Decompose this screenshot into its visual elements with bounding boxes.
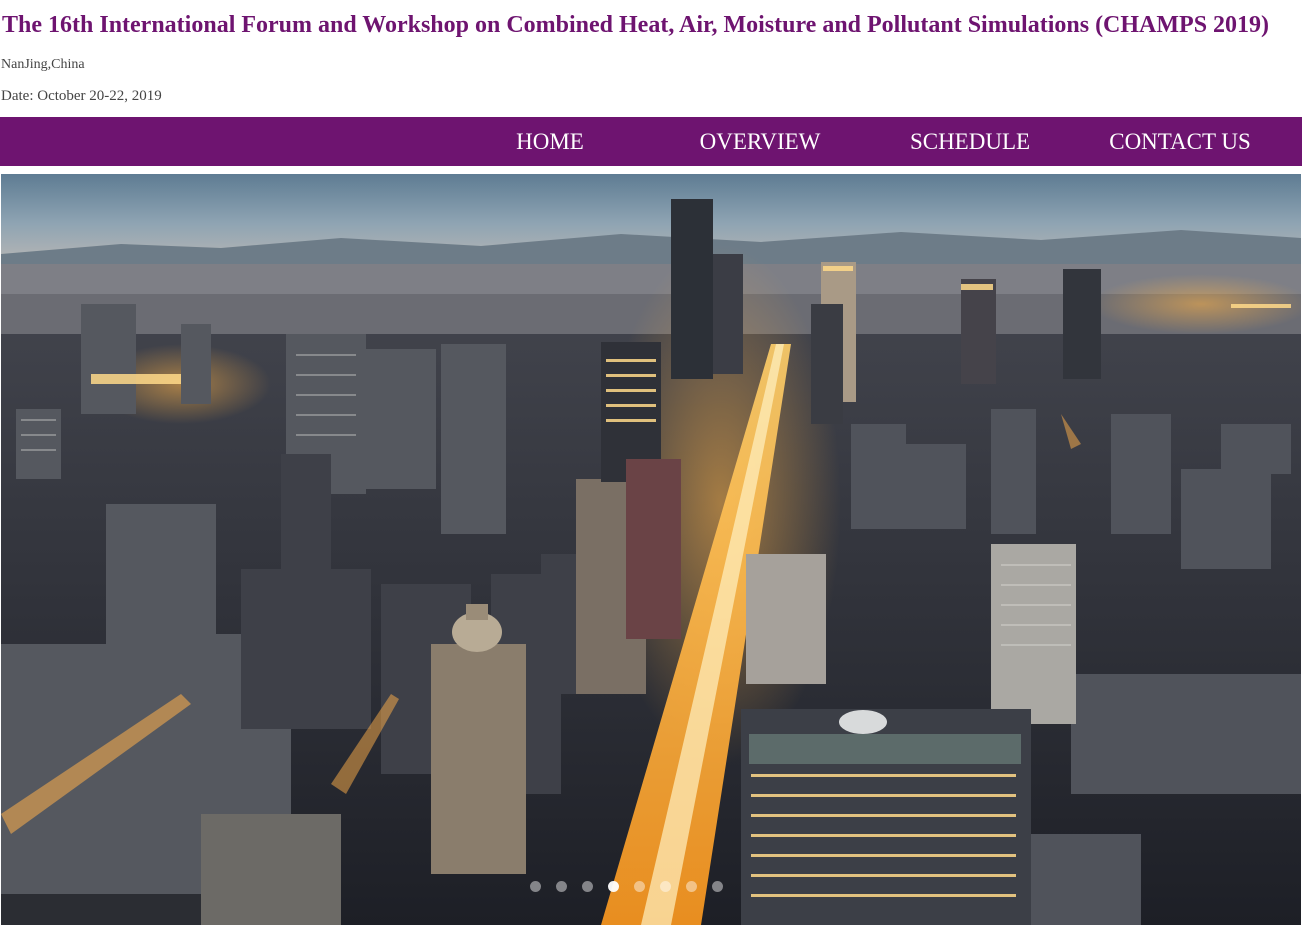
hero-carousel-image — [1, 174, 1301, 925]
carousel-dot[interactable] — [660, 881, 671, 892]
carousel-dot[interactable] — [582, 881, 593, 892]
site-header: The 16th International Forum and Worksho… — [0, 0, 1302, 117]
nav-overview-link[interactable]: OVERVIEW — [690, 117, 830, 166]
carousel-dot[interactable] — [712, 881, 723, 892]
carousel-dot[interactable] — [556, 881, 567, 892]
event-date: Date: October 20-22, 2019 — [1, 88, 162, 104]
nav-home-link[interactable]: HOME — [490, 117, 610, 166]
site-title: The 16th International Forum and Worksho… — [2, 12, 1270, 38]
city-skyline-photo — [1, 174, 1301, 925]
carousel-dot[interactable] — [530, 881, 541, 892]
carousel-dot-active[interactable] — [608, 881, 619, 892]
event-location: NanJing,China — [1, 57, 85, 72]
carousel-dot[interactable] — [686, 881, 697, 892]
main-navbar: HOME OVERVIEW SCHEDULE CONTACT US — [0, 117, 1302, 166]
nav-contact-us-link[interactable]: CONTACT US — [1100, 117, 1260, 166]
carousel-indicators — [530, 881, 723, 893]
carousel-dot[interactable] — [634, 881, 645, 892]
nav-schedule-link[interactable]: SCHEDULE — [900, 117, 1040, 166]
